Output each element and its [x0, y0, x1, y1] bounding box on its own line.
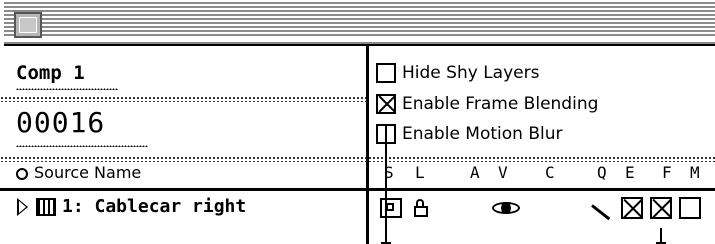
- frame-blending-switch[interactable]: [650, 197, 672, 219]
- source-name-circle-icon[interactable]: [16, 168, 28, 180]
- timecode-underline: [16, 145, 148, 147]
- shy-switch-icon[interactable]: [380, 198, 402, 218]
- enable-motion-blur-label: Enable Motion Blur: [402, 124, 563, 144]
- callout-line-right: [656, 228, 666, 244]
- option-enable-frame-blending[interactable]: Enable Frame Blending: [376, 91, 598, 117]
- lock-body: [414, 206, 428, 217]
- column-lock[interactable]: L: [415, 163, 425, 182]
- eye-pupil: [501, 202, 511, 214]
- column-collapse[interactable]: C: [545, 163, 555, 182]
- panel-vertical-divider: [366, 46, 369, 244]
- expand-triangle-icon[interactable]: [17, 198, 28, 216]
- option-enable-motion-blur[interactable]: Enable Motion Blur: [376, 121, 563, 147]
- motion-blur-switch[interactable]: [679, 197, 701, 219]
- hide-shy-layers-checkbox[interactable]: [376, 63, 396, 83]
- column-quality[interactable]: Q: [597, 163, 607, 182]
- close-box-icon[interactable]: [14, 12, 42, 38]
- effects-switch[interactable]: [621, 197, 643, 219]
- column-effects[interactable]: E: [625, 163, 635, 182]
- footage-film-icon: [36, 198, 56, 216]
- column-motion-blur[interactable]: M: [690, 163, 700, 182]
- layer-name[interactable]: 1: Cablecar right: [62, 196, 246, 217]
- lock-icon[interactable]: [414, 199, 428, 217]
- comp-name-underline: [16, 88, 118, 90]
- window-title-bar[interactable]: [0, 0, 715, 46]
- header-separator: [0, 156, 715, 162]
- column-audio[interactable]: A: [470, 163, 480, 182]
- header-underline: [0, 188, 715, 191]
- title-bar-divider: [0, 38, 715, 42]
- hide-shy-layers-label: Hide Shy Layers: [402, 63, 540, 83]
- panel-separator: [0, 96, 368, 102]
- enable-frame-blending-label: Enable Frame Blending: [402, 94, 599, 114]
- source-name-column-header[interactable]: Source Name: [34, 163, 141, 182]
- comp-name: Comp 1: [16, 62, 85, 84]
- callout-line-left: [381, 124, 391, 244]
- option-hide-shy-layers[interactable]: Hide Shy Layers: [376, 60, 539, 86]
- current-time-display[interactable]: 00016: [16, 106, 105, 139]
- quality-slash-icon[interactable]: [591, 204, 611, 221]
- column-video[interactable]: V: [498, 163, 508, 182]
- enable-frame-blending-checkbox[interactable]: [376, 94, 396, 114]
- column-frame-blending[interactable]: F: [662, 163, 672, 182]
- eye-icon[interactable]: [492, 200, 520, 216]
